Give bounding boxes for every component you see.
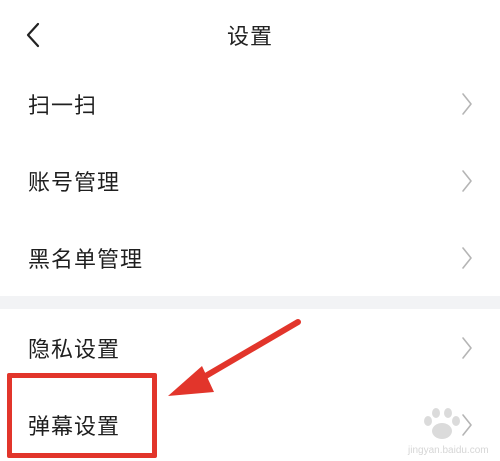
- menu-item-account[interactable]: 账号管理: [0, 142, 500, 220]
- menu-item-label: 隐私设置: [28, 338, 121, 363]
- back-button[interactable]: [18, 18, 48, 52]
- menu-item-danmaku[interactable]: 弹幕设置: [0, 386, 500, 461]
- menu-item-label: 账号管理: [28, 171, 121, 196]
- chevron-right-icon: [462, 93, 472, 115]
- page-title: 设置: [226, 25, 273, 50]
- chevron-right-icon: [462, 247, 472, 269]
- menu-item-blacklist[interactable]: 黑名单管理: [0, 219, 500, 297]
- section-divider: [0, 296, 500, 310]
- menu-item-label: 扫一扫: [28, 94, 98, 119]
- chevron-right-icon: [462, 337, 472, 359]
- menu-item-scan[interactable]: 扫一扫: [0, 65, 500, 143]
- chevron-right-icon: [462, 170, 472, 192]
- menu-item-privacy[interactable]: 隐私设置: [0, 309, 500, 387]
- menu-item-label: 黑名单管理: [28, 248, 144, 273]
- top-bar: 设置: [0, 0, 500, 70]
- settings-screen: 设置 扫一扫 账号管理 黑名单管理 隐私设置 弹幕设置 jingyan.baid…: [0, 0, 500, 461]
- menu-item-label: 弹幕设置: [28, 415, 121, 440]
- chevron-right-icon: [462, 414, 472, 436]
- chevron-left-icon: [26, 22, 40, 48]
